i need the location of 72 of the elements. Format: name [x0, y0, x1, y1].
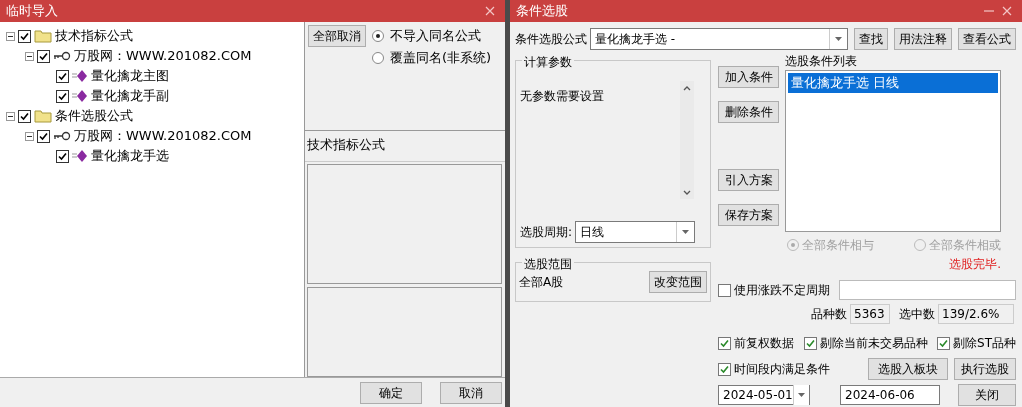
- category-label: 技术指标公式: [305, 130, 505, 162]
- radio-label: 覆盖同名(非系统): [390, 49, 492, 68]
- action-button[interactable]: 执行选股: [954, 358, 1016, 380]
- radio-button[interactable]: [372, 52, 384, 64]
- clear-all-button[interactable]: 全部取消: [308, 25, 366, 47]
- scrollbar[interactable]: [680, 81, 694, 199]
- field-label: 选股周期:: [520, 224, 573, 241]
- side-button[interactable]: 引入方案: [718, 169, 779, 191]
- toolbar-button[interactable]: 查看公式: [958, 28, 1016, 50]
- tree-item[interactable]: 量化擒龙手选: [91, 146, 169, 166]
- toolbar-button[interactable]: 用法注释: [894, 28, 952, 50]
- formula-icon: [72, 70, 88, 82]
- period-dropdown[interactable]: 日线: [575, 221, 696, 243]
- dialog-button[interactable]: 确定: [360, 381, 422, 404]
- key-icon: [53, 131, 71, 141]
- checkbox-label: 剔除ST品种: [953, 335, 1016, 352]
- folder-icon: [34, 29, 52, 43]
- checkbox[interactable]: [37, 129, 50, 143]
- start-date-picker[interactable]: 2024-05-01: [718, 385, 810, 405]
- radio-label: 不导入同名公式: [390, 27, 481, 46]
- formula-dropdown[interactable]: 量化擒龙手选 -: [590, 28, 848, 50]
- checkbox[interactable]: [18, 29, 31, 43]
- formula-icon: [72, 90, 88, 102]
- collapse-icon[interactable]: [6, 111, 15, 121]
- collapse-icon[interactable]: [25, 131, 34, 141]
- radio-label: 全部条件相与: [802, 237, 874, 254]
- checkbox-label: 剔除当前未交易品种: [819, 335, 928, 352]
- status-text: 选股完毕.: [948, 257, 1001, 271]
- group-title: 计算参数: [522, 53, 574, 71]
- count-label: 品种数: [811, 306, 847, 323]
- radio-button[interactable]: [372, 30, 384, 42]
- toolbar-button[interactable]: 查找: [854, 28, 888, 50]
- tree-item[interactable]: 万股网：WWW.201082.COM: [74, 126, 252, 146]
- checkbox[interactable]: [37, 49, 50, 63]
- checkbox[interactable]: [56, 69, 69, 83]
- group-title: 选股范围: [522, 255, 574, 273]
- count-value: 5363: [850, 304, 890, 324]
- close-button[interactable]: 关闭: [958, 384, 1016, 406]
- key-icon: [53, 51, 71, 61]
- count-value: 139/2.6%: [938, 304, 1014, 324]
- checkbox-label: 前复权数据: [734, 335, 794, 352]
- field-label: 条件选股公式: [515, 31, 587, 48]
- list-title: 选股条件列表: [785, 53, 858, 70]
- window-title: 条件选股: [516, 2, 569, 21]
- tree-item[interactable]: 量化擒龙手副: [91, 86, 169, 106]
- checkbox[interactable]: [56, 89, 69, 103]
- tree-item[interactable]: 技术指标公式: [55, 26, 133, 46]
- period-input-field[interactable]: [839, 280, 1016, 300]
- side-button[interactable]: 保存方案: [718, 204, 779, 226]
- params-message: 无参数需要设置: [520, 88, 604, 105]
- tree-item[interactable]: 万股网：WWW.201082.COM: [74, 46, 252, 66]
- dialog-button[interactable]: 取消: [440, 381, 502, 404]
- radio-label: 全部条件相或: [929, 237, 1001, 254]
- side-button[interactable]: 加入条件: [718, 66, 779, 88]
- checkbox[interactable]: [18, 109, 31, 123]
- formula-icon: [72, 150, 88, 162]
- list-item[interactable]: 量化擒龙手选 日线: [788, 73, 998, 93]
- checkbox-label: 时间段内满足条件: [734, 361, 830, 378]
- window-title: 临时导入: [6, 2, 59, 21]
- checkbox-label: 使用涨跌不定周期: [734, 282, 830, 299]
- folder-icon: [34, 109, 52, 123]
- scope-value: 全部A股: [519, 274, 564, 291]
- collapse-icon[interactable]: [6, 31, 15, 41]
- action-button[interactable]: 选股入板块: [868, 358, 948, 380]
- collapse-icon[interactable]: [25, 51, 34, 61]
- end-date-field[interactable]: 2024-06-06: [840, 385, 940, 405]
- tree-item[interactable]: 条件选股公式: [55, 106, 133, 126]
- tree-item[interactable]: 量化擒龙主图: [91, 66, 169, 86]
- change-scope-button[interactable]: 改变范围: [649, 271, 707, 293]
- side-button[interactable]: 删除条件: [718, 101, 779, 123]
- count-label: 选中数: [899, 306, 935, 323]
- checkbox[interactable]: [56, 149, 69, 163]
